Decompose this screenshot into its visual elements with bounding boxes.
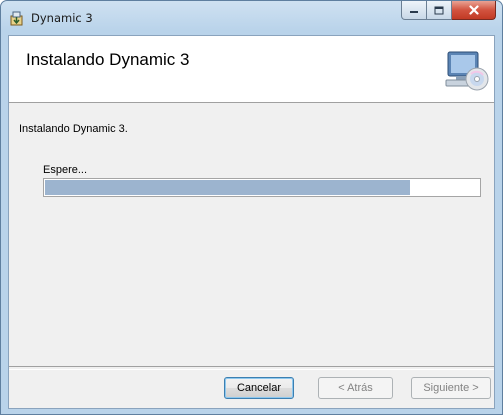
close-button[interactable] — [452, 1, 496, 20]
header-banner: Instalando Dynamic 3 — [9, 36, 494, 103]
title-bar[interactable]: Dynamic 3 — [1, 1, 502, 35]
installer-window: Dynamic 3 Instalando Dynamic 3 Instaland… — [0, 0, 503, 415]
progress-bar — [43, 178, 481, 197]
installer-icon — [10, 11, 23, 26]
next-button[interactable]: Siguiente > — [411, 377, 491, 399]
minimize-button[interactable] — [401, 1, 427, 20]
close-icon — [468, 5, 479, 15]
progress-fill — [45, 180, 410, 195]
header-title: Instalando Dynamic 3 — [26, 50, 190, 69]
window-title: Dynamic 3 — [31, 11, 93, 25]
back-button[interactable]: < Atrás — [318, 377, 393, 399]
caption-buttons — [401, 1, 496, 21]
cancel-button[interactable]: Cancelar — [224, 377, 294, 399]
maximize-button[interactable] — [427, 1, 452, 20]
dialog-body: Instalando Dynamic 3 Instalando Dynamic … — [8, 35, 495, 409]
footer-divider — [9, 366, 494, 370]
status-text: Instalando Dynamic 3. — [19, 123, 128, 135]
minimize-icon — [410, 11, 418, 13]
progress-label: Espere... — [43, 164, 88, 176]
maximize-icon — [434, 6, 444, 14]
computer-disc-icon — [445, 51, 489, 91]
